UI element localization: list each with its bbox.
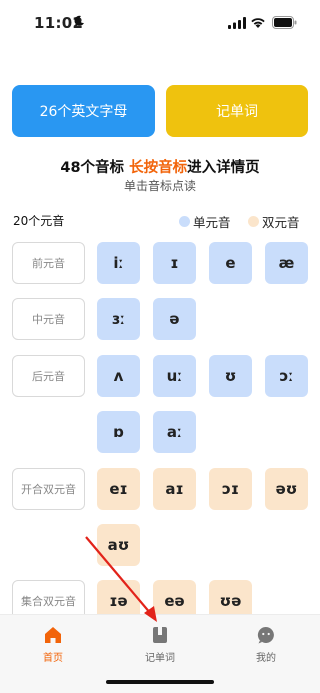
profile-icon — [257, 626, 274, 644]
phoneme-tile[interactable]: ə — [153, 298, 196, 340]
phoneme-tile[interactable]: əʊ — [265, 468, 308, 510]
phoneme-tile[interactable]: eɪ — [97, 468, 140, 510]
subtitle: 单击音标点读 — [123, 179, 196, 193]
phoneme-tile[interactable]: iː — [97, 242, 140, 284]
phoneme-tile[interactable]: aɪ — [153, 468, 196, 510]
phoneme-tile[interactable]: e — [209, 242, 252, 284]
vocab-button[interactable]: 记单词 — [166, 85, 308, 137]
phoneme-tile[interactable]: aʊ — [97, 524, 140, 566]
phoneme-tile[interactable]: ɒ — [97, 411, 140, 453]
tab-vocab[interactable]: 记单词 — [120, 625, 200, 664]
phoneme-tile[interactable]: ɪ — [153, 242, 196, 284]
headline-highlight: 长按音标 — [129, 160, 188, 176]
battery-icon — [272, 16, 297, 29]
status-bar: 11:02 — [0, 0, 320, 46]
phoneme-tile[interactable]: ɔɪ — [209, 468, 252, 510]
home-indicator — [106, 680, 214, 684]
category-back-vowels: 后元音 — [12, 355, 85, 397]
signal-icon — [228, 17, 246, 29]
legend-monophthong: 单元音 — [179, 212, 231, 231]
vowel-count: 20个元音 — [13, 214, 65, 228]
category-front-vowels: 前元音 — [12, 242, 85, 284]
headline-suffix: 进入详情页 — [187, 160, 260, 176]
tab-mine-label: 我的 — [256, 653, 276, 664]
phoneme-tile[interactable]: ɔː — [265, 355, 308, 397]
legend-dot-di — [248, 216, 259, 227]
legend-label-di: 双元音 — [262, 215, 300, 230]
headline: 48个音标 长按音标进入详情页 — [0, 156, 320, 177]
tab-vocab-label: 记单词 — [145, 653, 175, 664]
phoneme-tile[interactable]: æ — [265, 242, 308, 284]
book-icon — [153, 627, 167, 643]
legend-diphthong: 双元音 — [248, 212, 300, 231]
headline-prefix: 48个音标 — [60, 160, 130, 176]
alphabet-button[interactable]: 26个英文字母 — [12, 85, 155, 137]
category-opening-diphthongs: 开合双元音 — [12, 468, 85, 510]
phoneme-tile[interactable]: aː — [153, 411, 196, 453]
moon-icon — [74, 15, 84, 26]
tab-mine[interactable]: 我的 — [226, 625, 306, 664]
phoneme-tile[interactable]: ɜː — [97, 298, 140, 340]
phoneme-tile[interactable]: ʌ — [97, 355, 140, 397]
phoneme-tile[interactable]: uː — [153, 355, 196, 397]
category-central-vowels: 中元音 — [12, 298, 85, 340]
tab-home[interactable]: 首页 — [13, 625, 93, 664]
legend-label-mono: 单元音 — [193, 215, 231, 230]
wifi-icon — [251, 18, 265, 28]
home-icon — [45, 627, 61, 643]
legend-dot-mono — [179, 216, 190, 227]
phoneme-tile[interactable]: ʊ — [209, 355, 252, 397]
tab-home-label: 首页 — [43, 653, 63, 664]
